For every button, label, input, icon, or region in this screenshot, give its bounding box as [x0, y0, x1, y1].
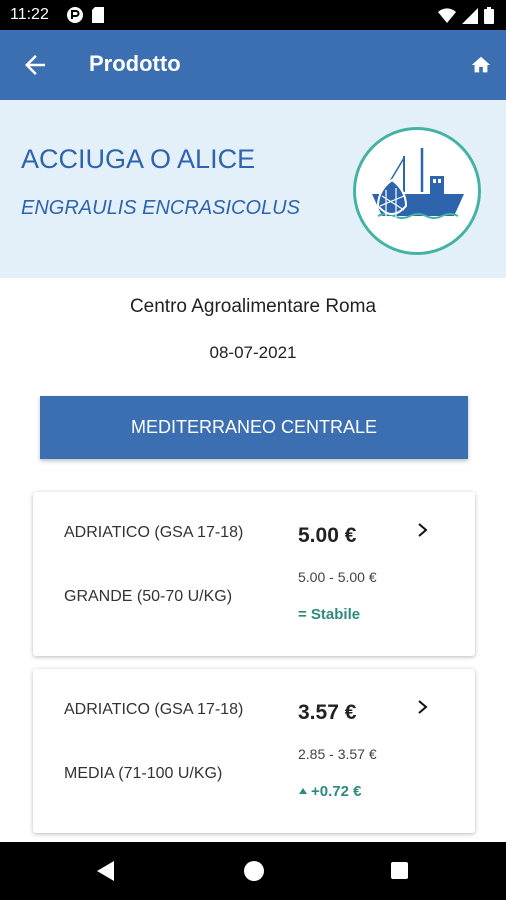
nav-recents-icon[interactable] [391, 862, 408, 879]
status-time: 11:22 [10, 6, 49, 23]
sd-card-icon [92, 7, 104, 23]
battery-icon [484, 7, 494, 24]
card-trend: = Stabile [298, 606, 360, 623]
card-price-range: 2.85 - 3.57 € [298, 746, 377, 762]
product-name: ACCIUGA O ALICE [21, 144, 256, 174]
nav-home-icon[interactable] [244, 861, 264, 881]
product-latin-name: ENGRAULIS ENCRASICOLUS [21, 197, 300, 219]
app-bar: Prodotto [0, 30, 506, 100]
card-trend-label: +0.72 € [311, 783, 362, 800]
arrow-left-icon[interactable] [20, 50, 50, 80]
card-size-class: GRANDE (50-70 U/KG) [64, 588, 233, 605]
card-fishing-area: ADRIATICO (GSA 17-18) [64, 524, 244, 541]
card-price: 3.57 € [298, 701, 357, 724]
chevron-right-icon[interactable] [416, 522, 430, 538]
product-logo [353, 127, 481, 255]
market-name: Centro Agroalimentare Roma [129, 296, 377, 317]
system-nav-bar [0, 842, 506, 900]
home-icon[interactable] [470, 54, 492, 76]
product-header: ACCIUGA O ALICE ENGRAULIS ENCRASICOLUS [0, 100, 506, 278]
status-bar: 11:22 [0, 0, 506, 30]
wifi-icon [438, 7, 456, 23]
price-card[interactable]: ADRIATICO (GSA 17-18) GRANDE (50-70 U/KG… [33, 492, 475, 656]
card-price: 5.00 € [298, 524, 357, 547]
chevron-right-icon[interactable] [416, 699, 430, 715]
region-button[interactable]: MEDITERRANEO CENTRALE [40, 396, 468, 459]
caret-up-icon [299, 788, 307, 794]
card-trend-label: = Stabile [298, 606, 361, 623]
price-card[interactable]: ADRIATICO (GSA 17-18) MEDIA (71-100 U/KG… [33, 669, 475, 833]
nav-back-icon[interactable] [96, 860, 116, 882]
price-date: 08-07-2021 [209, 343, 297, 362]
page-title: Prodotto [89, 51, 181, 76]
notification-app-icon [67, 7, 83, 23]
card-size-class: MEDIA (71-100 U/KG) [64, 765, 223, 782]
card-fishing-area: ADRIATICO (GSA 17-18) [64, 701, 244, 718]
card-trend: +0.72 € [298, 783, 361, 800]
card-price-range: 5.00 - 5.00 € [298, 569, 377, 585]
signal-icon [462, 7, 478, 24]
fishing-boat-icon [372, 148, 464, 220]
